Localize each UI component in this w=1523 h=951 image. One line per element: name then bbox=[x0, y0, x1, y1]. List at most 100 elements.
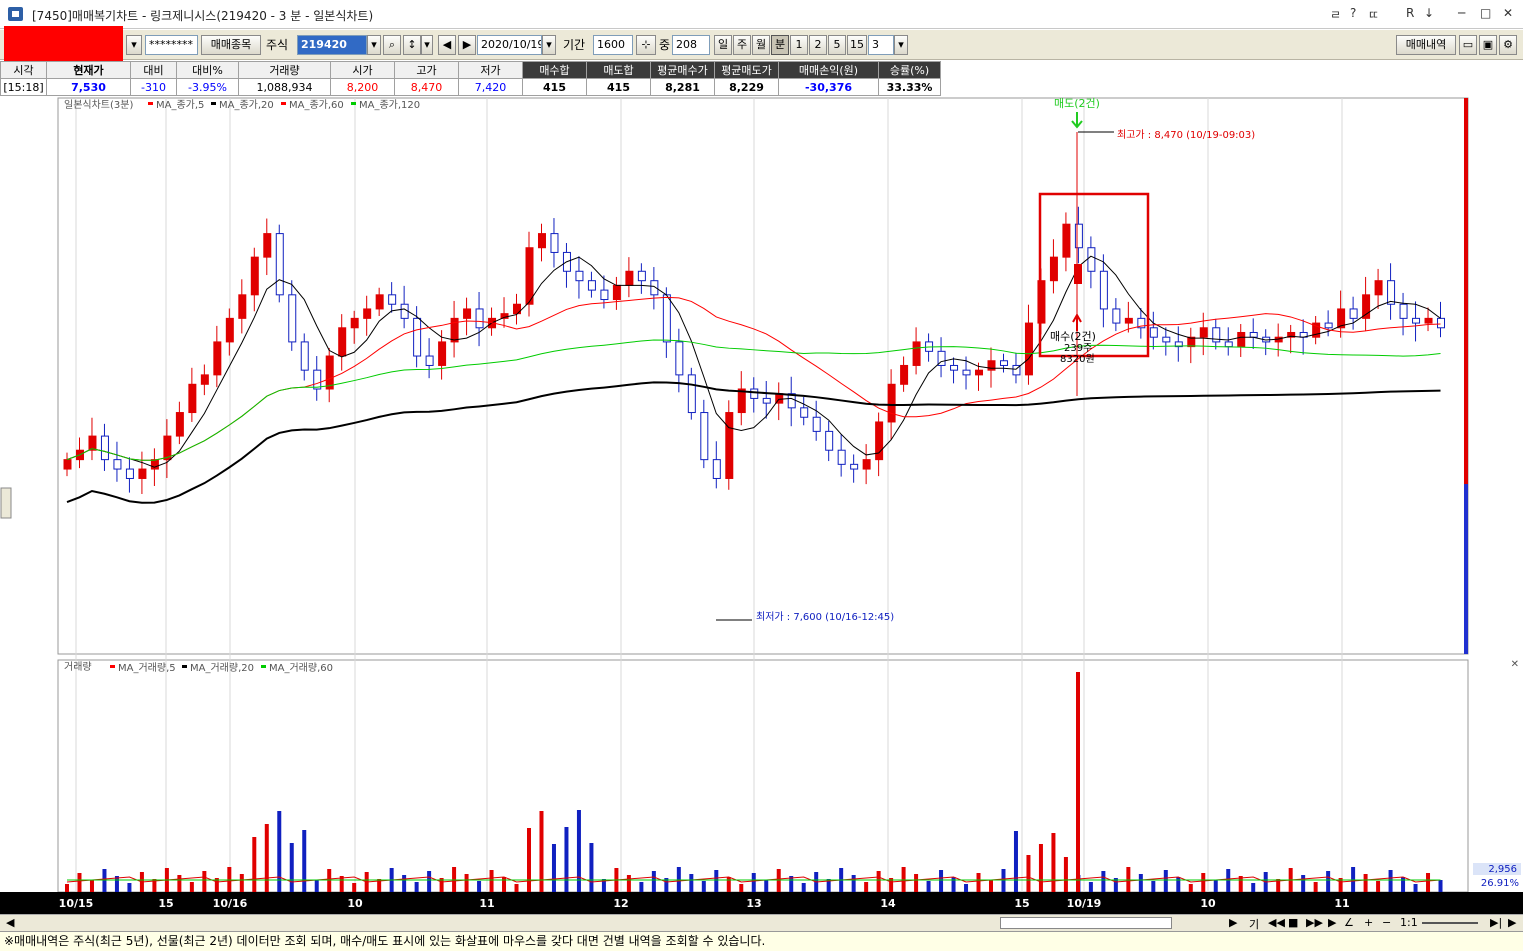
volume-bar bbox=[976, 873, 981, 892]
interval-minute-button[interactable]: 분 bbox=[771, 35, 789, 55]
play-icon[interactable]: ▶ bbox=[1328, 916, 1336, 929]
sort-icon[interactable]: ↕ bbox=[403, 35, 421, 55]
market-select[interactable]: 주식 bbox=[266, 35, 288, 55]
settings-icon[interactable]: ⚙ bbox=[1499, 35, 1517, 55]
volume-bar bbox=[89, 880, 94, 892]
period-label: 기간 bbox=[563, 38, 586, 52]
rewind-icon[interactable]: ◀◀ bbox=[1268, 916, 1285, 929]
title-bar: [7450]매매복기차트 - 링크제니시스(219420 - 3 분 - 일본식… bbox=[0, 0, 1523, 29]
volume-bar bbox=[914, 874, 919, 892]
buy-marker[interactable]: 매수(2건) bbox=[1050, 330, 1096, 343]
minimize-button[interactable]: ─ bbox=[1458, 6, 1465, 20]
prev-arrow-icon[interactable]: ◀ bbox=[438, 35, 456, 55]
refresh-icon[interactable]: R bbox=[1406, 6, 1414, 20]
candle-body bbox=[288, 294, 297, 343]
candle-body bbox=[1162, 336, 1171, 343]
candle-body bbox=[125, 468, 134, 479]
volume-bar bbox=[1376, 881, 1381, 892]
summary-table: 시각 현재가 대비 대비% 거래량 시가 고가 저가 매수합 매도합 평균매수가 평균매도가 매매손익(… bbox=[0, 61, 960, 96]
volume-bar bbox=[1201, 873, 1206, 892]
candle-body bbox=[463, 308, 472, 319]
scroll-end-right-icon[interactable]: ▶ bbox=[1508, 916, 1516, 929]
candle-body bbox=[575, 270, 584, 282]
sell-marker[interactable]: 매도(2건) bbox=[1054, 97, 1100, 110]
summary-value-1: 7,530 bbox=[46, 78, 131, 96]
summary-header-10: 평균매수가 bbox=[650, 61, 715, 79]
help-icon[interactable]: ? bbox=[1350, 6, 1356, 20]
scroll-right-icon[interactable]: ▶ bbox=[1229, 916, 1237, 929]
fast-forward-icon[interactable]: ▶▶ bbox=[1306, 916, 1323, 929]
search-icon[interactable]: ⌕ bbox=[383, 35, 401, 55]
folder-icon[interactable]: ▭ bbox=[1459, 35, 1477, 55]
sort-dropdown[interactable]: ▾ bbox=[421, 35, 433, 55]
candle-body bbox=[975, 369, 984, 376]
volume-bar bbox=[639, 882, 644, 892]
summary-header-9: 매도합 bbox=[586, 61, 651, 79]
account-dropdown[interactable]: ▾ bbox=[126, 35, 142, 55]
candle-body bbox=[413, 317, 422, 357]
interval-dropdown[interactable]: ▾ bbox=[894, 35, 908, 55]
date-input[interactable]: 2020/10/19 bbox=[477, 35, 542, 55]
close-button[interactable]: ✕ bbox=[1503, 6, 1513, 20]
candle-body bbox=[200, 374, 209, 385]
zoom-slider[interactable] bbox=[1422, 922, 1478, 924]
interval-2-button[interactable]: 2 bbox=[809, 35, 827, 55]
chart-scroll-bar[interactable]: ◀ ▶ 기 ◀◀ ■ ▶▶ ▶ ∠ + − 1:1 ▶| ▶ bbox=[0, 914, 1523, 931]
zoom-out-icon[interactable]: − bbox=[1382, 916, 1391, 929]
interval-15-button[interactable]: 15 bbox=[847, 35, 867, 55]
line-tool-icon[interactable]: ∠ bbox=[1344, 916, 1354, 929]
volume-bar bbox=[751, 873, 756, 892]
interval-week-button[interactable]: 주 bbox=[733, 35, 751, 55]
next-arrow-icon[interactable]: ▶ bbox=[458, 35, 476, 55]
summary-header-5: 시가 bbox=[330, 61, 395, 79]
side-expand-handle[interactable] bbox=[0, 487, 12, 519]
volume-bar bbox=[402, 875, 407, 892]
arrow-down-icon[interactable]: ↓ bbox=[1424, 6, 1434, 20]
date-dropdown[interactable]: ▾ bbox=[542, 35, 556, 55]
toolbar: ▾ ******** 매매종목 주식 219420 ▾ ⌕ ↕ ▾ ◀ ▶ 20… bbox=[0, 30, 1523, 60]
interval-day-button[interactable]: 일 bbox=[714, 35, 732, 55]
volume-legend-item: MA_거래량,60 bbox=[269, 662, 333, 674]
chart-type-icon[interactable]: 기 bbox=[1249, 916, 1259, 932]
stop-icon[interactable]: ■ bbox=[1288, 916, 1298, 929]
x-axis-label: 15 bbox=[158, 897, 173, 910]
period-input[interactable]: 1600 bbox=[593, 35, 633, 55]
zoom-in-icon[interactable]: + bbox=[1364, 916, 1373, 929]
interval-value-input[interactable]: 3 bbox=[868, 35, 894, 55]
interval-5-button[interactable]: 5 bbox=[828, 35, 846, 55]
pin-icon[interactable]: ㄹ bbox=[1330, 6, 1341, 23]
volume-legend-title: 거래량 bbox=[64, 661, 92, 673]
volume-bar bbox=[726, 877, 731, 892]
password-field[interactable]: ******** bbox=[145, 35, 198, 55]
window-title: [7450]매매복기차트 - 링크제니시스(219420 - 3 분 - 일본식… bbox=[32, 9, 374, 23]
volume-bar bbox=[926, 881, 931, 892]
candle-body bbox=[525, 247, 534, 305]
volume-bar bbox=[1251, 883, 1256, 892]
candle-body bbox=[425, 355, 434, 366]
summary-header-0: 시각 bbox=[0, 61, 47, 79]
volume-close-icon[interactable]: ✕ bbox=[1511, 659, 1519, 670]
trade-items-button[interactable]: 매매종목 bbox=[201, 35, 261, 55]
scroll-thumb[interactable] bbox=[1000, 917, 1172, 929]
count-input[interactable]: 208 bbox=[672, 35, 710, 55]
scroll-end-icon[interactable]: ▶| bbox=[1490, 916, 1502, 929]
save-icon[interactable]: ▣ bbox=[1479, 35, 1497, 55]
interval-month-button[interactable]: 월 bbox=[752, 35, 770, 55]
candle-body bbox=[275, 233, 284, 296]
volume-bar bbox=[964, 884, 969, 892]
candle-body bbox=[225, 317, 234, 343]
stock-code-dropdown[interactable]: ▾ bbox=[367, 35, 381, 55]
chart-area[interactable]: 10/15 15 10/16 10 11 12 13 14 15 10/19 10 11 일본식차트(3… bbox=[0, 96, 1523, 914]
scroll-left-icon[interactable]: ◀ bbox=[6, 916, 14, 929]
volume-bar bbox=[1326, 871, 1331, 892]
interval-1-button[interactable]: 1 bbox=[790, 35, 808, 55]
crosshair-icon[interactable]: ⊹ bbox=[636, 35, 656, 55]
trade-history-button[interactable]: 매매내역 bbox=[1396, 35, 1456, 55]
candle-body bbox=[1424, 317, 1433, 324]
summary-header-11: 평균매도가 bbox=[714, 61, 779, 79]
summary-value-7: 7,420 bbox=[458, 78, 523, 96]
stock-code-input[interactable]: 219420 bbox=[297, 35, 367, 55]
maximize-button[interactable]: □ bbox=[1480, 6, 1491, 20]
zoom-ratio[interactable]: 1:1 bbox=[1400, 916, 1418, 929]
link-icon[interactable]: ㄸ bbox=[1368, 6, 1379, 23]
